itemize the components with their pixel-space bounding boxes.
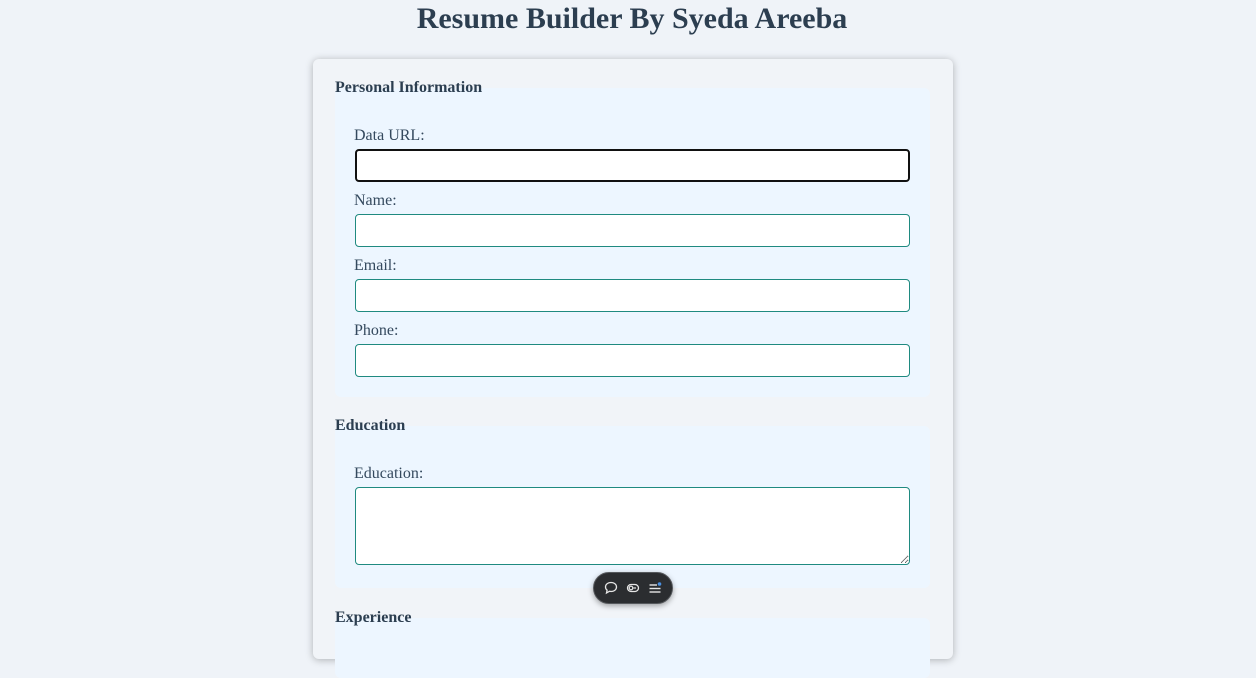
phone-input[interactable] [355,344,910,377]
data-url-label: Data URL: [354,127,425,144]
list-menu-icon[interactable] [645,578,665,598]
education-label: Education: [354,465,424,482]
page-title: Resume Builder By Syeda Areeba [416,2,848,35]
resume-form-card: Personal Information Data URL: Name: Ema… [313,59,953,678]
toggle-icon[interactable] [623,578,643,598]
floating-toolbar [593,572,673,604]
comment-icon[interactable] [601,578,621,598]
phone-label: Phone: [354,322,399,339]
experience-title: Experience [335,609,412,626]
education-textarea[interactable] [355,487,910,565]
data-url-input[interactable] [355,149,910,182]
personal-information-title: Personal Information [335,79,483,96]
name-label: Name: [354,192,397,209]
email-label: Email: [354,257,397,274]
name-input[interactable] [355,214,910,247]
education-title: Education [335,417,406,434]
experience-section [335,618,930,678]
email-input[interactable] [355,279,910,312]
